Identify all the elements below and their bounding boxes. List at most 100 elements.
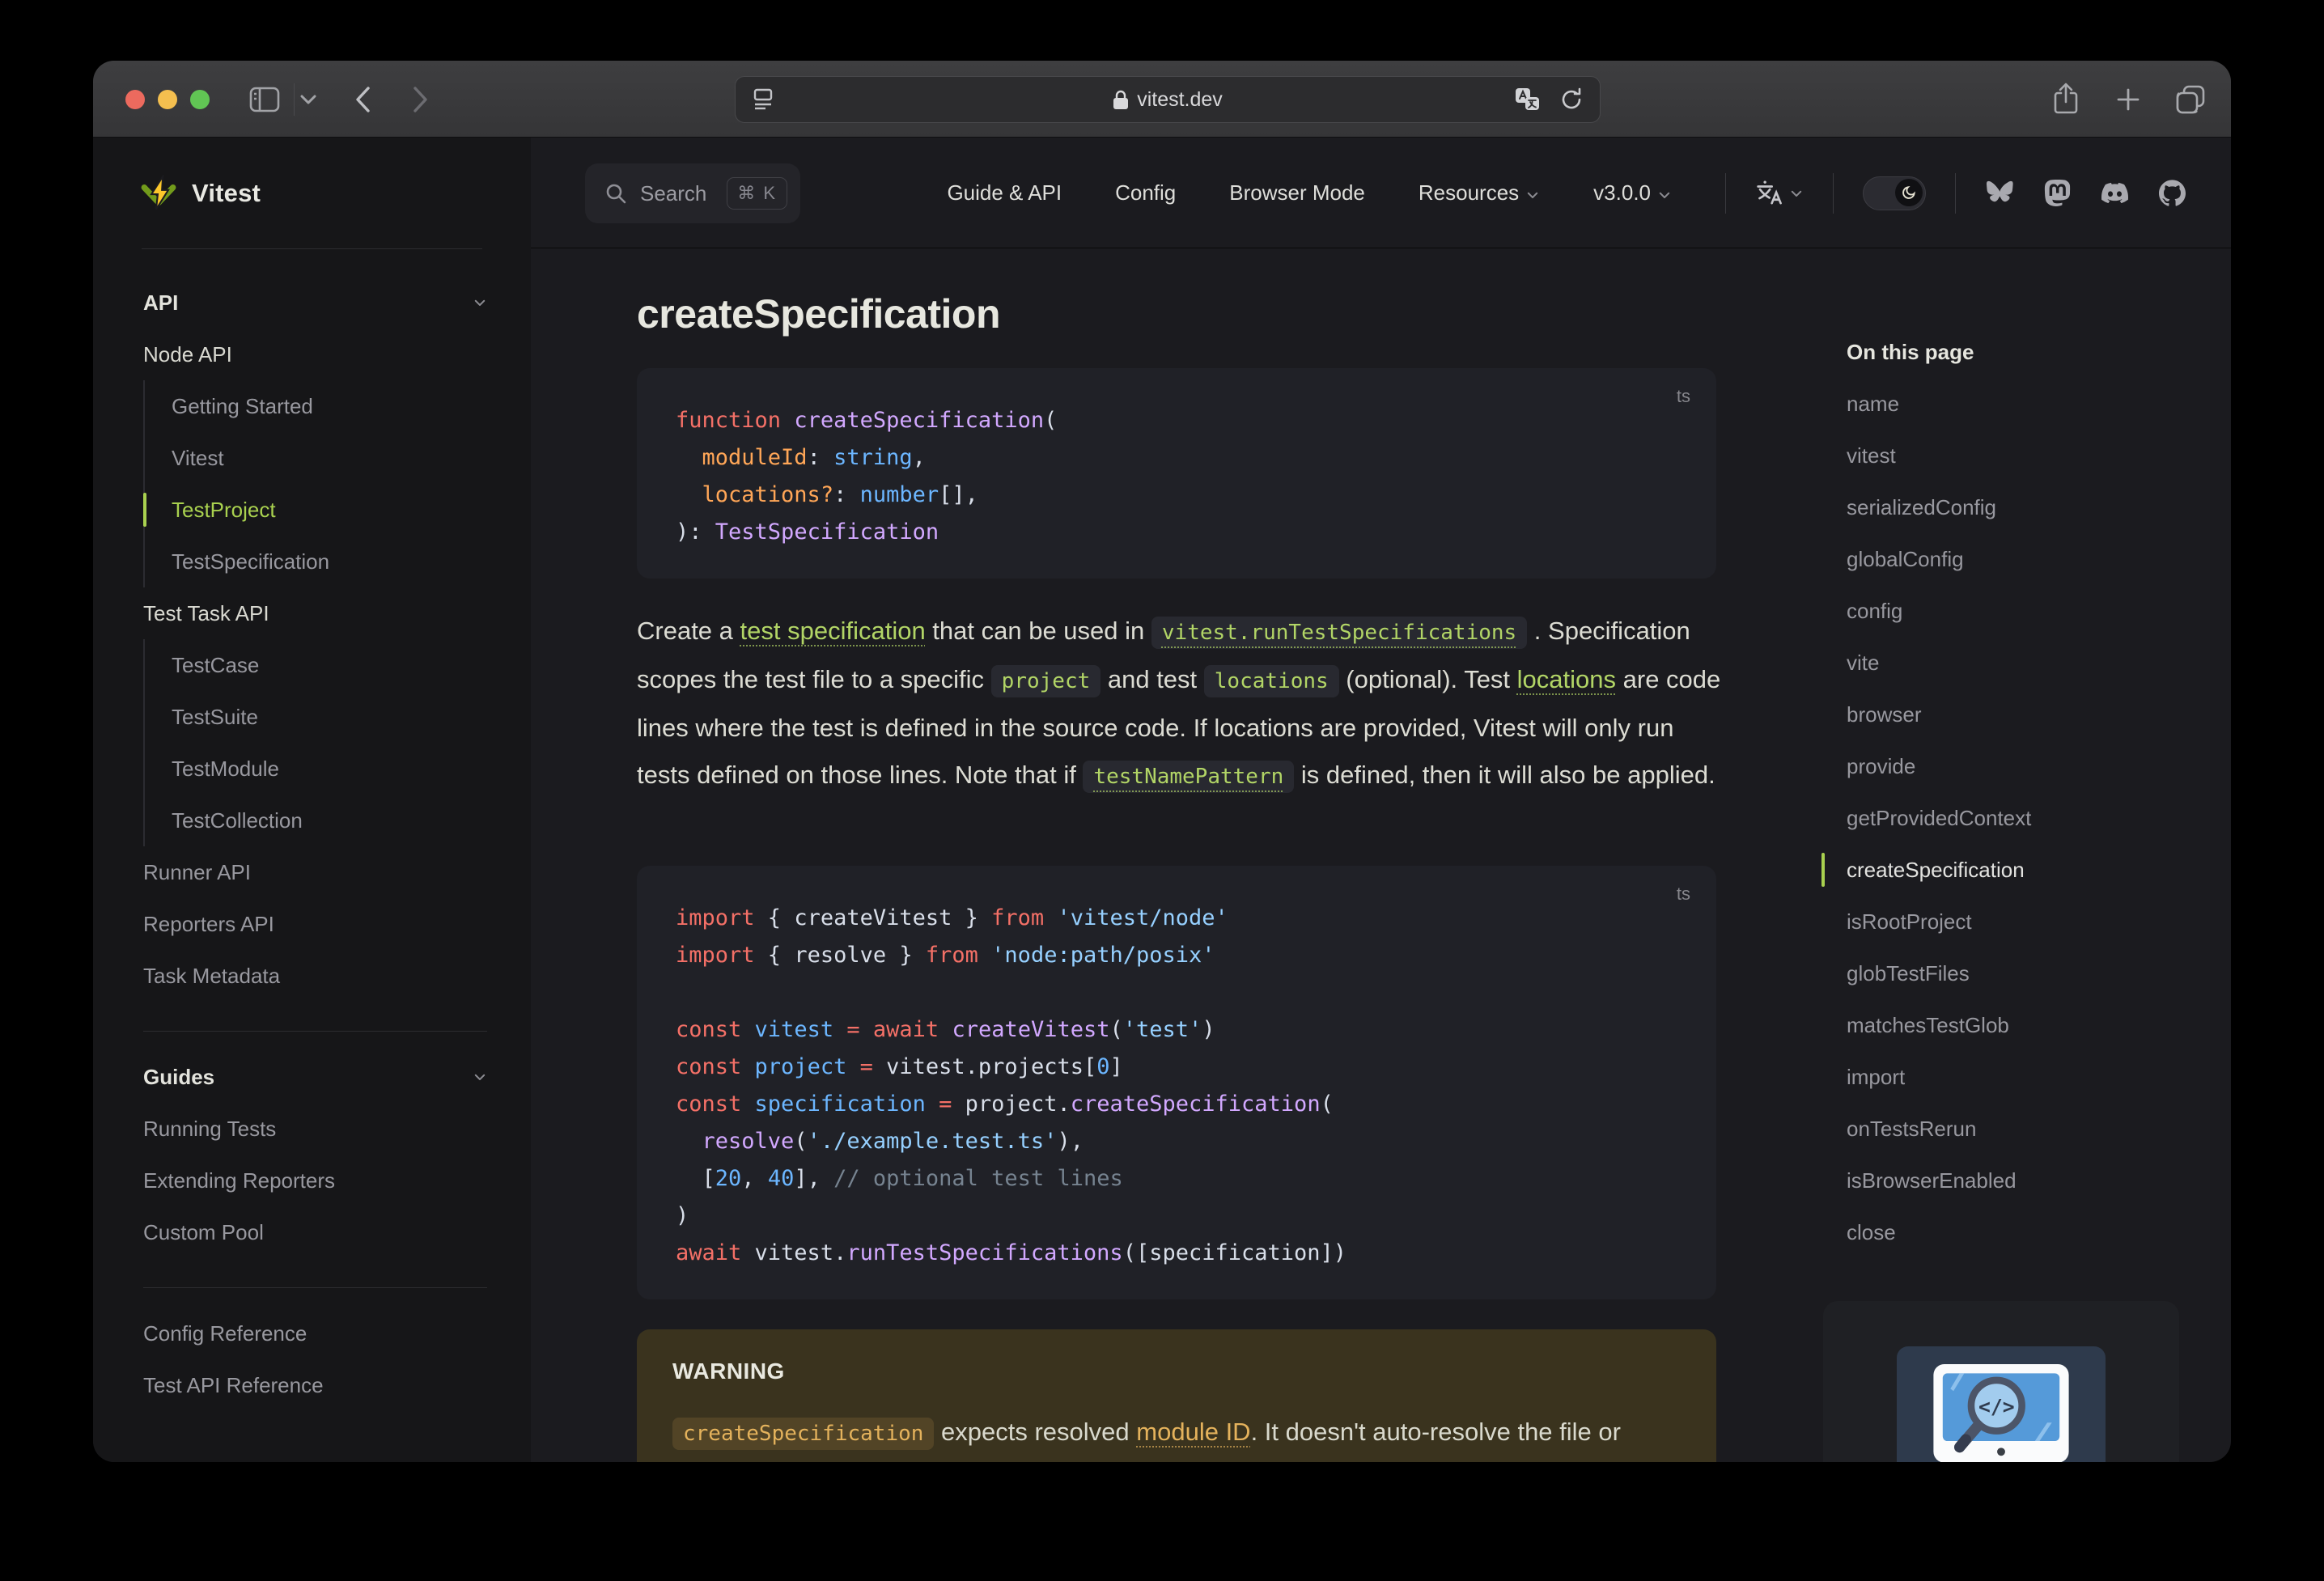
mastodon-icon xyxy=(2044,180,2071,206)
nav-link-config[interactable]: Config xyxy=(1115,180,1176,206)
toc-item-vitest[interactable]: vitest xyxy=(1821,430,2186,481)
inline-link[interactable]: test specification xyxy=(740,617,926,645)
nav-link-v3-0-0[interactable]: v3.0.0 xyxy=(1593,180,1672,206)
lock-icon xyxy=(1113,90,1129,109)
sidebar-item-testsuite[interactable]: TestSuite xyxy=(172,691,487,743)
tab-group-chevron-icon[interactable] xyxy=(299,61,317,138)
inline-link[interactable]: locations xyxy=(1517,665,1616,693)
search-input[interactable]: Search ⌘ K xyxy=(585,163,800,223)
social-link-github[interactable] xyxy=(2159,180,2186,206)
toc-list: name vitest serializedConfig globalConfig co… xyxy=(1821,378,2186,1258)
sidebar-item-testspecification[interactable]: TestSpecification xyxy=(172,536,487,587)
browser-chrome: vitest.dev xyxy=(93,61,2231,138)
url-bar[interactable]: vitest.dev xyxy=(735,76,1601,123)
sidebar-item-custom-pool[interactable]: Custom Pool xyxy=(143,1206,487,1258)
sidebar-item-test-task-api[interactable]: Test Task API xyxy=(143,587,487,639)
toc-item-getprovidedcontext[interactable]: getProvidedContext xyxy=(1821,792,2186,844)
ad-box[interactable]: </> xyxy=(1823,1301,2179,1462)
language-menu[interactable] xyxy=(1755,180,1804,207)
inline-code-link[interactable]: vitest.runTestSpecifications xyxy=(1151,617,1528,649)
toc-item-serializedconfig[interactable]: serializedConfig xyxy=(1821,481,2186,533)
sidebar-item-task-metadata[interactable]: Task Metadata xyxy=(143,950,487,1002)
sidebar-nav: API Node API Getting Started Vitest TestProj… xyxy=(93,249,531,1411)
toc-item-globtestfiles[interactable]: globTestFiles xyxy=(1821,947,2186,999)
toc-item-close[interactable]: close xyxy=(1821,1206,2186,1258)
minimize-button[interactable] xyxy=(158,90,177,109)
sidebar-toggle-icon[interactable] xyxy=(249,61,280,138)
sidebar-item-config-reference[interactable]: Config Reference xyxy=(143,1308,487,1359)
toc-item-name[interactable]: name xyxy=(1821,378,2186,430)
toc-item-provide[interactable]: provide xyxy=(1821,740,2186,792)
toc-item-vite[interactable]: vite xyxy=(1821,637,2186,689)
sidebar-item-testmodule[interactable]: TestModule xyxy=(172,743,487,795)
logo[interactable]: Vitest xyxy=(93,138,531,248)
code-block-signature: ts function createSpecification( moduleI… xyxy=(637,368,1716,579)
back-button-icon[interactable] xyxy=(352,61,373,138)
text-run: that can be used in xyxy=(925,617,1151,645)
zoom-button[interactable] xyxy=(190,90,210,109)
social-link-discord[interactable] xyxy=(2101,180,2128,206)
code-line: import { createVitest } from 'vitest/nod… xyxy=(676,905,1228,930)
translate-icon[interactable] xyxy=(1514,77,1542,122)
forward-button-icon[interactable] xyxy=(410,61,431,138)
nav-link-resources[interactable]: Resources xyxy=(1419,180,1540,206)
sidebar-item-testproject[interactable]: TestProject xyxy=(143,484,487,536)
nav-divider xyxy=(1725,172,1726,214)
search-icon xyxy=(606,184,626,204)
sidebar-item-test-api-reference[interactable]: Test API Reference xyxy=(143,1359,487,1411)
chevron-down-icon xyxy=(1657,188,1672,202)
close-button[interactable] xyxy=(125,90,145,109)
toc-item-matchestestglob[interactable]: matchesTestGlob xyxy=(1821,999,2186,1051)
toc-item-browser[interactable]: browser xyxy=(1821,689,2186,740)
sidebar-item-getting-started[interactable]: Getting Started xyxy=(172,380,487,432)
toc-item-isrootproject[interactable]: isRootProject xyxy=(1821,896,2186,947)
nav-divider xyxy=(1955,172,1956,214)
sidebar-item-running-tests[interactable]: Running Tests xyxy=(143,1103,487,1155)
social-links xyxy=(1985,180,2231,206)
toc-item-createspecification[interactable]: createSpecification xyxy=(1821,844,2186,896)
sidebar-group-title-guides[interactable]: Guides xyxy=(143,1051,487,1103)
share-icon[interactable] xyxy=(2052,61,2080,138)
nav-link-guide-api[interactable]: Guide & API xyxy=(947,180,1062,206)
social-link-bluesky[interactable] xyxy=(1987,180,2013,206)
theme-toggle[interactable] xyxy=(1863,176,1926,210)
chrome-divider xyxy=(294,83,295,116)
toc-heading: On this page xyxy=(1847,340,1974,364)
nav-link-label: Browser Mode xyxy=(1229,180,1365,205)
chevron-down-icon xyxy=(473,295,487,310)
social-link-mastodon[interactable] xyxy=(2044,180,2071,206)
toc-item-isbrowserenabled[interactable]: isBrowserEnabled xyxy=(1821,1155,2186,1206)
toc-item-globalconfig[interactable]: globalConfig xyxy=(1821,533,2186,585)
inline-link[interactable]: module ID xyxy=(1136,1418,1250,1446)
inline-code-link[interactable]: testNamePattern xyxy=(1083,761,1295,793)
warning-callout: WARNING createSpecification expects reso… xyxy=(637,1329,1716,1462)
reload-icon[interactable] xyxy=(1559,77,1584,122)
sidebar-group-label: API xyxy=(143,290,179,315)
sidebar-item-vitest[interactable]: Vitest xyxy=(172,432,487,484)
toc-item-import[interactable]: import xyxy=(1821,1051,2186,1103)
code-search-illustration-icon: </> xyxy=(1933,1364,2069,1462)
svg-text:</>: </> xyxy=(1978,1395,2015,1418)
tab-overview-icon[interactable] xyxy=(2174,61,2207,138)
nav-link-browser-mode[interactable]: Browser Mode xyxy=(1229,180,1365,206)
sidebar: Vitest API Node API Getting Started Vitest T… xyxy=(93,138,531,1462)
sidebar-item-testcase[interactable]: TestCase xyxy=(172,639,487,691)
theme-toggle-knob xyxy=(1895,178,1923,206)
sidebar-group-title-api[interactable]: API xyxy=(143,277,487,328)
page-title: createSpecification xyxy=(637,291,1001,337)
toc-item-config[interactable]: config xyxy=(1821,585,2186,637)
nav-right: Guide & API Config Browser Mode Resources v3… xyxy=(947,138,2231,248)
sidebar-item-testcollection[interactable]: TestCollection xyxy=(172,795,487,846)
search-label: Search xyxy=(640,180,707,206)
sidebar-item-reporters-api[interactable]: Reporters API xyxy=(143,898,487,950)
new-tab-icon[interactable] xyxy=(2114,61,2143,138)
sidebar-item-node-api[interactable]: Node API xyxy=(143,328,487,380)
sidebar-item-runner-api[interactable]: Runner API xyxy=(143,846,487,898)
sidebar-sublist: Getting Started Vitest TestProject TestSpec… xyxy=(143,380,487,587)
chevron-down-icon xyxy=(1525,188,1540,202)
nav-link-label: v3.0.0 xyxy=(1593,180,1651,205)
sidebar-item-extending-reporters[interactable]: Extending Reporters xyxy=(143,1155,487,1206)
logo-text: Vitest xyxy=(192,178,261,207)
toc-item-ontestsrerun[interactable]: onTestsRerun xyxy=(1821,1103,2186,1155)
